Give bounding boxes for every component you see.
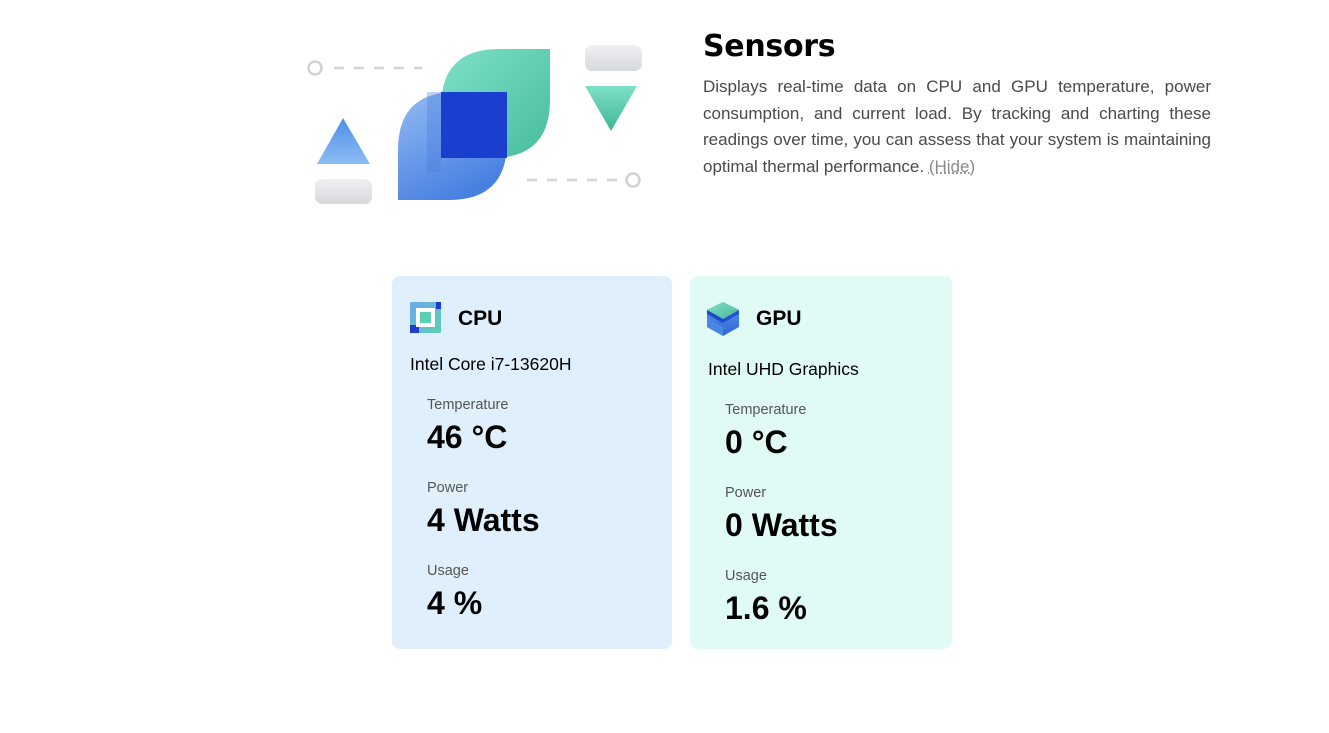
cpu-usage-label: Usage	[427, 563, 469, 579]
cpu-icon	[410, 302, 441, 333]
cpu-power: Power 4 Watts	[427, 480, 540, 538]
gpu-usage: Usage 1.6 %	[725, 568, 807, 626]
cpu-card-title: CPU	[458, 307, 503, 330]
gpu-power-value: 0 Watts	[725, 507, 838, 543]
cpu-device-name: Intel Core i7-13620H	[410, 354, 572, 374]
cpu-temperature-value: 46 °C	[427, 419, 508, 455]
gpu-usage-value: 1.6 %	[725, 590, 807, 626]
gpu-usage-label: Usage	[725, 568, 767, 584]
page-header: Sensors Displays real-time data on CPU a…	[703, 28, 1211, 180]
cpu-temperature: Temperature 46 °C	[427, 397, 508, 455]
gpu-power-label: Power	[725, 485, 767, 501]
gpu-temperature: Temperature 0 °C	[725, 402, 806, 460]
gpu-card: GPU Intel UHD Graphics Temperature 0 °C …	[690, 276, 952, 649]
cpu-power-value: 4 Watts	[427, 502, 540, 538]
gpu-temperature-value: 0 °C	[725, 424, 788, 460]
gpu-temperature-label: Temperature	[725, 402, 807, 418]
cpu-usage-value: 4 %	[427, 585, 483, 621]
gpu-card-title: GPU	[756, 307, 802, 330]
gpu-power: Power 0 Watts	[725, 485, 838, 543]
gpu-device-name: Intel UHD Graphics	[708, 359, 859, 379]
cpu-card: CPU Intel Core i7-13620H Temperature 46 …	[392, 276, 672, 649]
page-description: Displays real-time data on CPU and GPU t…	[703, 74, 1211, 180]
cpu-power-label: Power	[427, 480, 469, 496]
cpu-card-header: CPU	[408, 301, 502, 337]
cpu-temperature-label: Temperature	[427, 397, 509, 413]
gpu-icon	[707, 302, 739, 336]
hide-description-link[interactable]: (Hide)	[929, 157, 975, 176]
gpu-card-header: GPU	[706, 301, 802, 337]
sensors-illustration	[307, 45, 642, 204]
page-title: Sensors	[703, 29, 836, 64]
cpu-usage: Usage 4 %	[427, 563, 482, 621]
